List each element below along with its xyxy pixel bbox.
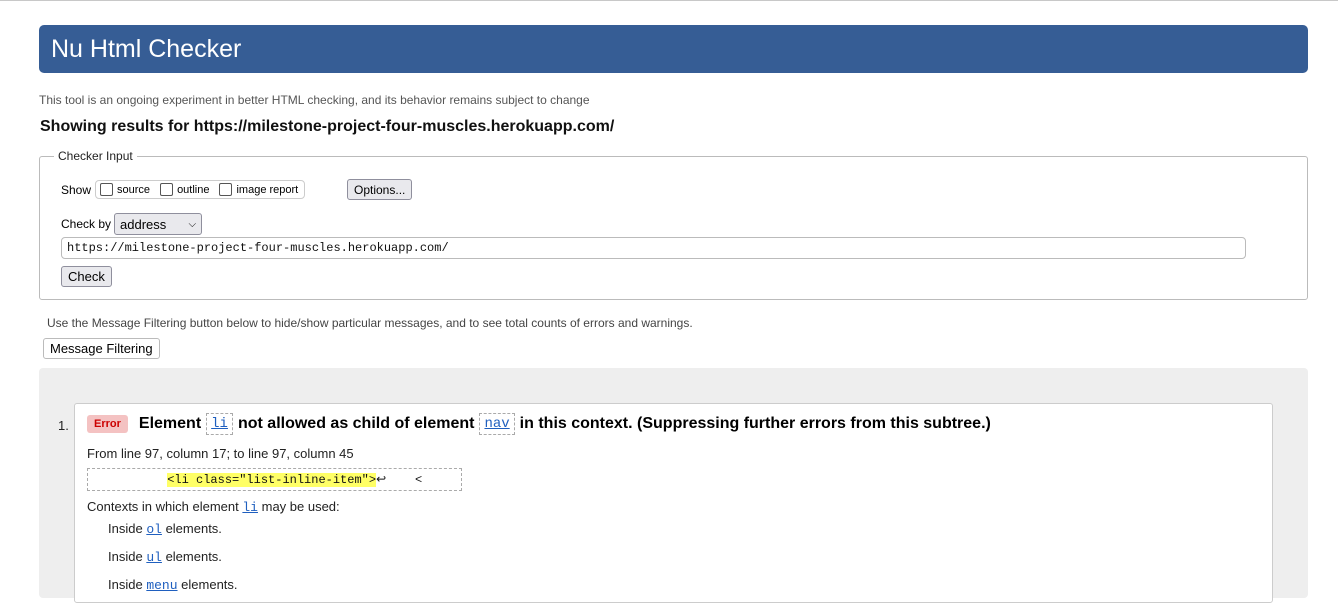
- checkbox-label: outline: [177, 183, 210, 196]
- message-title: Error Element li not allowed as child of…: [87, 413, 991, 435]
- message-text: Element: [138, 415, 202, 432]
- checkbox-label: source: [117, 183, 151, 196]
- context-code-link[interactable]: menu: [146, 578, 177, 593]
- outline-checkbox[interactable]: outline: [160, 183, 209, 196]
- context-suffix: elements.: [165, 549, 222, 564]
- context-item: Inside ol elements.: [108, 521, 222, 537]
- check-by-label: Check by: [61, 217, 112, 231]
- extract-spacer: [386, 473, 415, 487]
- extract-highlight: <li class="list-inline-item">: [167, 473, 377, 487]
- contexts-element-link[interactable]: li: [242, 500, 258, 515]
- parent-code-link[interactable]: nav: [479, 413, 515, 435]
- filter-hint: Use the Message Filtering button below t…: [47, 316, 693, 330]
- context-prefix: Inside: [108, 549, 143, 564]
- contexts-outro: may be used:: [261, 499, 340, 514]
- check-button[interactable]: Check: [61, 266, 112, 287]
- context-suffix: elements.: [181, 577, 238, 592]
- checker-input-legend: Checker Input: [58, 149, 133, 163]
- code-extract: <li class="list-inline-item">↩ <: [87, 468, 462, 491]
- context-item: Inside ul elements.: [108, 549, 222, 565]
- check-by-value: address: [120, 216, 167, 232]
- contexts-heading: Contexts in which element li may be used…: [87, 499, 340, 515]
- options-button[interactable]: Options...: [347, 179, 413, 200]
- context-suffix: elements.: [165, 521, 222, 536]
- checker-input-fieldset: Checker Input: [39, 149, 1308, 300]
- top-divider: [0, 0, 1338, 1]
- context-prefix: Inside: [108, 521, 143, 536]
- checkbox-box[interactable]: [219, 183, 233, 196]
- tagline: This tool is an ongoing experiment in be…: [39, 93, 590, 107]
- message-text: not allowed as child of element: [237, 415, 475, 432]
- context-code-link[interactable]: ol: [146, 522, 162, 537]
- image-report-checkbox[interactable]: image report: [219, 183, 298, 196]
- chevron-down-icon: ⌵: [188, 218, 197, 230]
- checkbox-box[interactable]: [160, 183, 174, 196]
- context-item: Inside menu elements.: [108, 577, 238, 593]
- url-input[interactable]: https://milestone-project-four-muscles.h…: [61, 237, 1246, 259]
- context-code-link[interactable]: ul: [146, 550, 162, 565]
- extract-tail: <: [414, 473, 423, 487]
- check-by-row: Check by address ⌵: [61, 213, 203, 235]
- message-number: 1.: [58, 418, 69, 433]
- show-row: Show source outline image report: [61, 180, 306, 199]
- message-location: From line 97, column 17; to line 97, col…: [87, 446, 354, 461]
- context-prefix: Inside: [108, 577, 143, 592]
- error-badge: Error: [87, 415, 128, 433]
- element-code-link[interactable]: li: [206, 413, 233, 435]
- return-arrow-icon: ↩: [376, 472, 387, 486]
- extract-indent: [88, 473, 167, 487]
- source-checkbox[interactable]: source: [100, 183, 150, 196]
- contexts-intro: Contexts in which element: [87, 499, 239, 514]
- checkbox-label: image report: [236, 183, 299, 196]
- show-options-group: source outline image report: [95, 180, 306, 199]
- check-by-select[interactable]: address ⌵: [114, 213, 203, 235]
- show-label: Show: [61, 182, 92, 197]
- message-filtering-button[interactable]: Message Filtering: [43, 338, 160, 359]
- page-title: Nu Html Checker: [51, 35, 242, 63]
- results-heading: Showing results for https://milestone-pr…: [40, 118, 615, 135]
- checkbox-box[interactable]: [100, 183, 114, 196]
- message-text: in this context. (Suppressing further er…: [519, 415, 991, 432]
- page-header: Nu Html Checker: [39, 25, 1308, 73]
